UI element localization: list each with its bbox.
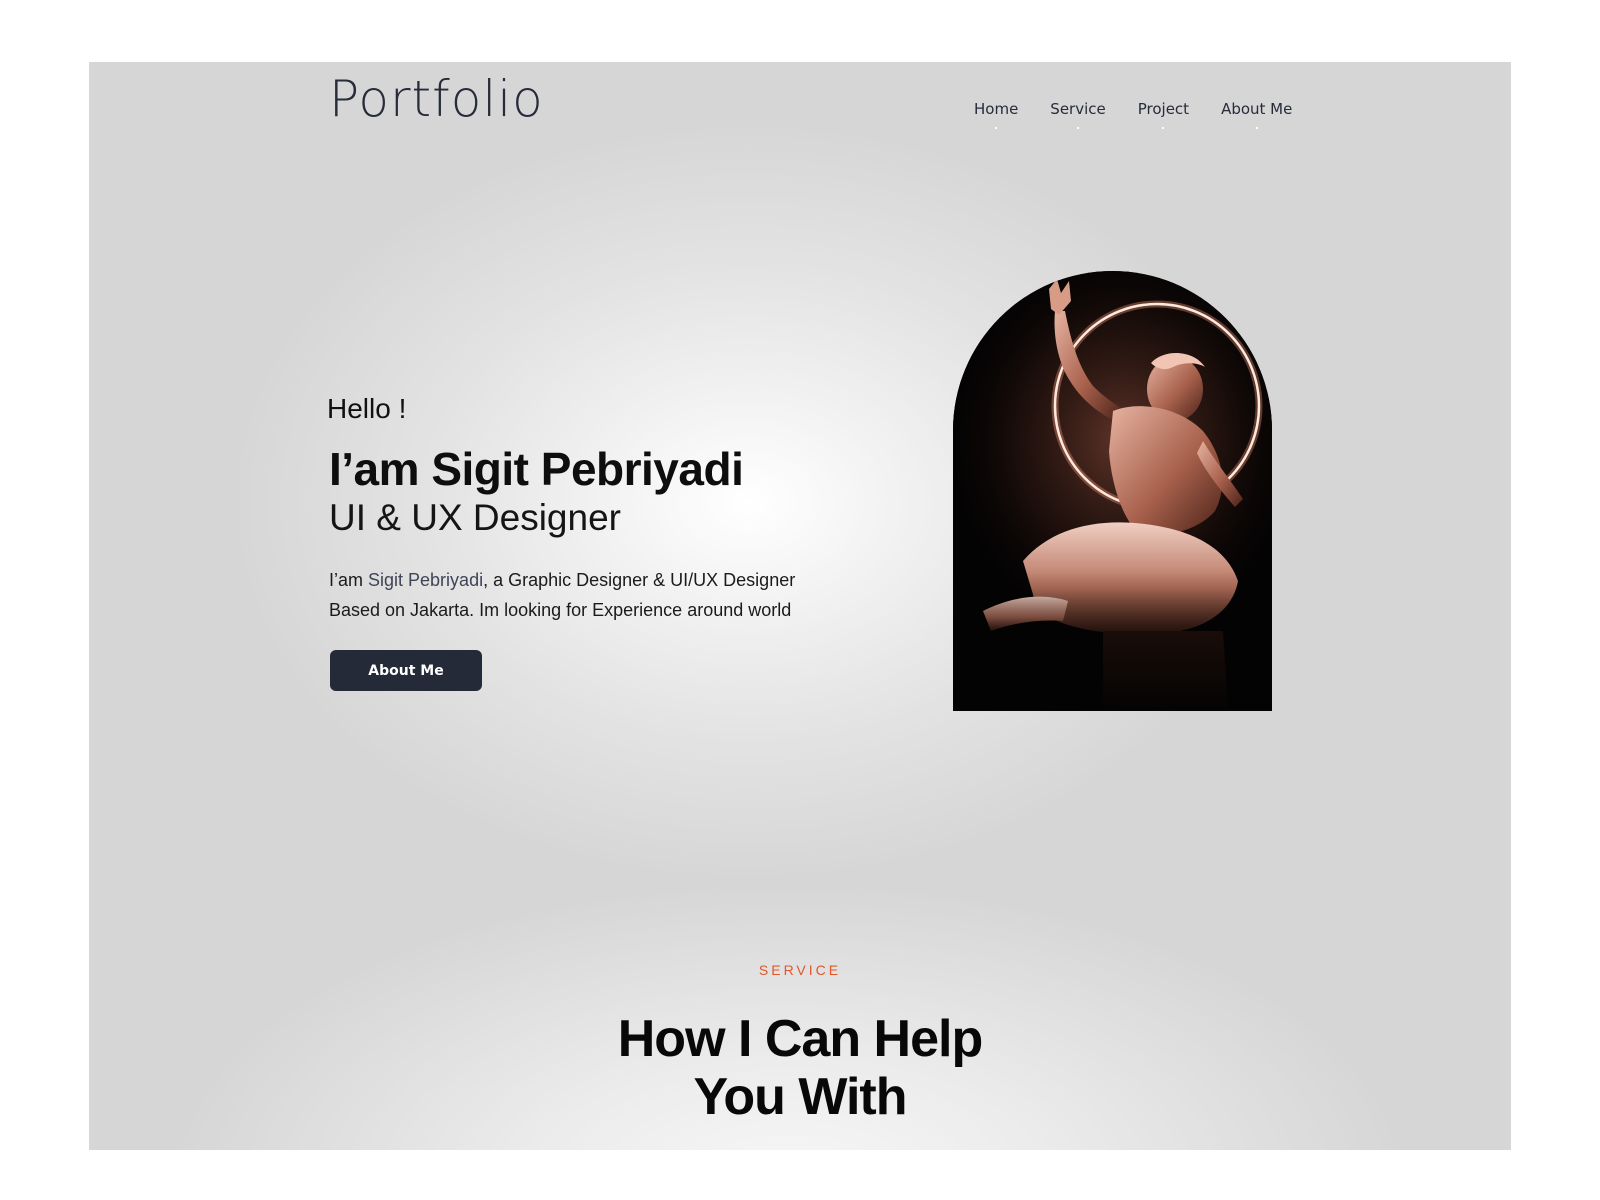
main-nav: Home Service Project About Me	[974, 100, 1324, 118]
hero-name: I’am Sigit Pebriyadi	[329, 443, 744, 495]
statue-illustration	[953, 271, 1272, 711]
brand-logo[interactable]: Portfolio	[329, 70, 544, 128]
nav-item-about-me[interactable]: About Me	[1221, 100, 1292, 118]
hero-background-glow	[89, 62, 1511, 942]
hero-description: I’am Sigit Pebriyadi, a Graphic Designer…	[329, 565, 795, 625]
service-heading-line1: How I Can Help	[617, 1010, 983, 1068]
description-suffix: , a Graphic Designer & UI/UX Designer	[483, 570, 796, 590]
description-line2: Based on Jakarta. Im looking for Experie…	[329, 600, 792, 620]
description-prefix: I’am	[329, 570, 369, 590]
page-frame: Portfolio Home Service Project About Me …	[89, 62, 1511, 1150]
service-eyebrow: SERVICE	[758, 962, 842, 978]
service-heading-line2: You With	[693, 1068, 908, 1126]
hero-role: UI & UX Designer	[329, 497, 621, 538]
nav-item-project[interactable]: Project	[1138, 100, 1189, 118]
nav-item-home[interactable]: Home	[974, 100, 1018, 118]
description-highlight-name: Sigit Pebriyadi	[368, 570, 484, 590]
nav-item-service[interactable]: Service	[1050, 100, 1105, 118]
about-me-button[interactable]: About Me	[330, 650, 482, 691]
service-heading: How I Can Help You With	[89, 1010, 1511, 1126]
hero-greeting: Hello !	[327, 393, 407, 424]
statue-image	[953, 271, 1272, 711]
